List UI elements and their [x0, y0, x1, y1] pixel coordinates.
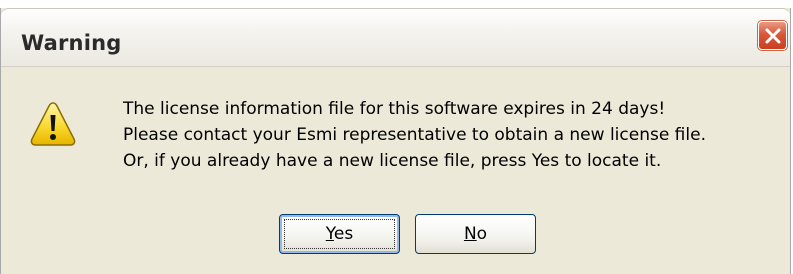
title-separator	[1, 66, 790, 67]
close-button[interactable]	[758, 21, 787, 50]
title-bar[interactable]: Warning	[1, 8, 790, 66]
warning-icon	[30, 102, 76, 146]
focus-rectangle	[284, 219, 395, 249]
message-line: Please contact your Esmi representative …	[123, 125, 706, 145]
close-icon	[765, 28, 781, 44]
message-line: The license information file for this so…	[123, 99, 666, 119]
dialog-title: Warning	[21, 31, 122, 55]
message-text: The license information file for this so…	[123, 96, 706, 174]
message-line: Or, if you already have a new license fi…	[123, 151, 662, 171]
yes-button[interactable]: Yes	[279, 214, 400, 254]
no-button[interactable]: No	[415, 214, 536, 254]
no-button-label: o	[476, 224, 488, 244]
warning-dialog: Warning The license information file for…	[0, 8, 791, 274]
no-button-mnemonic: N	[463, 224, 477, 244]
